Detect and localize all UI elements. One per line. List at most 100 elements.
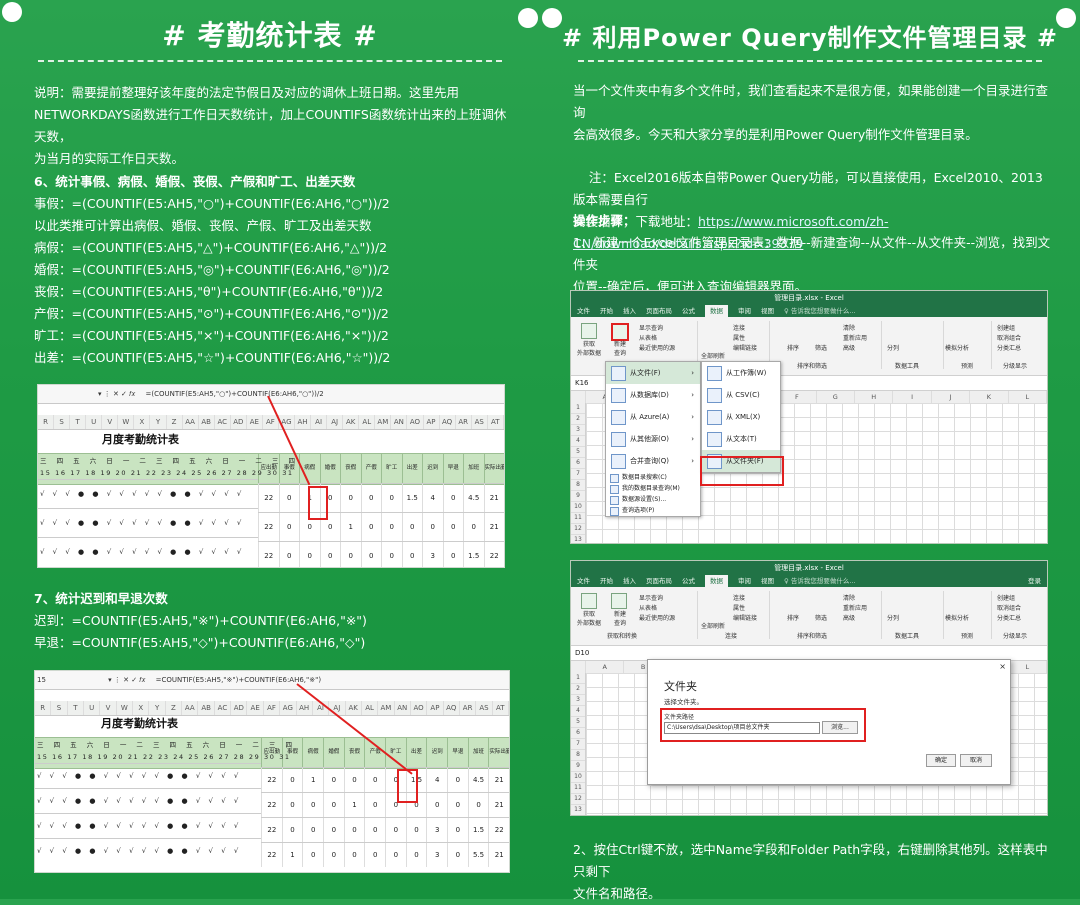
stat-value: 0 xyxy=(364,768,385,792)
file-type-icon xyxy=(707,366,722,381)
data-tools-group: 分列 数据工具 xyxy=(883,321,944,370)
row-number: 9 xyxy=(571,491,585,502)
stat-value: 0 xyxy=(381,513,402,541)
menu-item[interactable]: 从 Azure(A) › xyxy=(606,406,700,428)
stats-area: 应出勤事假病假婚假丧假产假旷工出差迟到早退加班实际出勤220100001.540… xyxy=(261,737,509,867)
menu-item[interactable]: 查询选项(P) xyxy=(606,505,700,516)
menu-item[interactable]: 数据目录搜索(C) xyxy=(606,472,700,483)
menu-item-label: 从文件(F) xyxy=(630,369,661,377)
menu-item[interactable]: 我的数据目录查询(M) xyxy=(606,483,700,494)
dialog-title: 文件夹 xyxy=(664,680,697,693)
column-letter: AO xyxy=(411,701,428,715)
row-number: 1 xyxy=(571,673,585,684)
stat-value: 21 xyxy=(483,484,505,512)
row-number: 7 xyxy=(571,469,585,480)
column-letter: U xyxy=(86,415,103,429)
stat-value: 0 xyxy=(442,542,464,567)
submenu-item-label: 从文本(T) xyxy=(726,435,757,443)
submenu-item-label: 从工作簿(W) xyxy=(726,369,767,377)
column-letter: AM xyxy=(378,701,395,715)
ribbon-tab[interactable]: 页面布局 xyxy=(646,575,672,587)
stat-header: 迟到 xyxy=(426,737,447,767)
column-letter: S xyxy=(51,701,68,715)
column-letter: W xyxy=(118,415,135,429)
cancel-button[interactable]: 取消 xyxy=(960,754,992,767)
left-panel: # 考勤统计表 # 说明：需要提前整理好该年度的法定节假日及对应的调休上班日期。… xyxy=(0,0,540,899)
column-letter: V xyxy=(102,415,119,429)
right-panel: # 利用Power Query制作文件管理目录 # 当一个文件夹中有多个文件时，… xyxy=(540,0,1080,901)
tell-me[interactable]: ♀ 告诉我您想要做什么... xyxy=(784,575,856,587)
get-external-data-icon[interactable] xyxy=(581,593,597,609)
column-letter: AF xyxy=(264,701,281,715)
close-icon[interactable]: × xyxy=(999,662,1006,671)
stat-value: 3 xyxy=(422,542,443,567)
column-letter: AQ xyxy=(444,701,460,715)
column-letter: U xyxy=(84,701,101,715)
formula-line: 迟到：=COUNTIF(E5:AH5,"※")+COUNTIF(E6:AH6,"… xyxy=(34,613,367,628)
stat-header: 加班 xyxy=(463,453,484,483)
ribbon-tab[interactable]: 视图 xyxy=(761,575,774,587)
excel-screenshot-2: 管理目录.xlsx - Excel 文件 开始 插入 页面布局 公式 数据 审阅 视图 ♀ 告诉… xyxy=(570,560,1048,816)
stat-value: 0 xyxy=(323,818,344,842)
column-letter: AA xyxy=(183,415,199,429)
column-letter: S xyxy=(54,415,71,429)
ribbon-tab[interactable]: 文件 xyxy=(577,305,590,317)
row-number: 11 xyxy=(571,783,585,794)
column-letter: AJ xyxy=(327,415,344,429)
ribbon-tab[interactable]: 页面布局 xyxy=(646,305,672,317)
submenu-item[interactable]: 从工作簿(W) xyxy=(702,362,780,384)
column-letter: AT xyxy=(488,415,504,429)
menu-item[interactable]: 从文件(F) › xyxy=(606,362,700,384)
stat-value: 21 xyxy=(488,843,509,867)
menu-item[interactable]: 从数据库(D) › xyxy=(606,384,700,406)
file-type-icon xyxy=(707,388,722,403)
get-external-data-icon[interactable] xyxy=(581,323,597,339)
sort-filter-group: 排序 筛选 清除 重新应用 高级 排序和筛选 xyxy=(771,591,882,640)
ribbon-tab[interactable]: 数据 xyxy=(705,575,728,587)
row-headers: 1 2 3 4 5 6 7 8 9 10 11 12 13 xyxy=(571,403,586,543)
stat-value: 0 xyxy=(381,484,402,512)
stat-value: 4.5 xyxy=(463,484,484,512)
submenu-item[interactable]: 从 XML(X) xyxy=(702,406,780,428)
ribbon-tab[interactable]: 视图 xyxy=(761,305,774,317)
stat-value: 0 xyxy=(281,768,303,792)
ribbon-tab[interactable]: 文件 xyxy=(577,575,590,587)
ribbon-tab[interactable]: 数据 xyxy=(705,305,728,317)
ribbon-tab[interactable]: 插入 xyxy=(623,575,636,587)
ribbon-tab[interactable]: 开始 xyxy=(600,305,613,317)
column-letter: R xyxy=(38,415,55,429)
ribbon-tab[interactable]: 审阅 xyxy=(738,575,751,587)
row-number: 8 xyxy=(571,480,585,491)
login-link[interactable]: 登录 xyxy=(1028,575,1047,587)
get-transform-group: 获取 外部数据 新建 查询 显示查询 从表格 最近使用的源 获取和转换 xyxy=(573,591,698,640)
ribbon-tab[interactable]: 开始 xyxy=(600,575,613,587)
chevron-right-icon: › xyxy=(691,369,694,377)
ribbon-tab[interactable]: 公式 xyxy=(682,575,695,587)
stat-value: 0 xyxy=(281,818,303,842)
new-query-icon[interactable] xyxy=(611,593,627,609)
ribbon-tab[interactable]: 插入 xyxy=(623,305,636,317)
row-number: 2 xyxy=(571,414,585,425)
stat-value: 0 xyxy=(385,843,406,867)
stat-value: 0 xyxy=(401,513,423,541)
column-letter: AQ xyxy=(440,415,456,429)
stat-value: 1 xyxy=(281,843,303,867)
stat-header: 早退 xyxy=(442,453,464,483)
menu-item[interactable]: 从其他源(O) › xyxy=(606,428,700,450)
ribbon-tab[interactable]: 审阅 xyxy=(738,305,751,317)
stat-value: 0 xyxy=(360,542,382,567)
submenu-item[interactable]: 从 CSV(C) xyxy=(702,384,780,406)
stat-value: 0 xyxy=(364,818,385,842)
ribbon-tab[interactable]: 公式 xyxy=(682,305,695,317)
column-letter: X xyxy=(134,415,151,429)
row-number: 9 xyxy=(571,761,585,772)
ok-button[interactable]: 确定 xyxy=(926,754,956,767)
option-icon xyxy=(610,507,619,516)
menu-item[interactable]: 数据源设置(S)... xyxy=(606,494,700,505)
menu-item[interactable]: 合并查询(Q) › xyxy=(606,450,700,472)
formula-bar: 15 ▾ ⋮ ✕ ✓ 𝑓𝑥 =COUNTIF(E5:AH5,"※")+COUNT… xyxy=(35,671,509,690)
tell-me[interactable]: ♀ 告诉我您想要做什么... xyxy=(784,305,856,317)
from-folder-highlight xyxy=(700,456,784,486)
submenu-item[interactable]: 从文本(T) xyxy=(702,428,780,450)
step2-text: 2、按住Ctrl键不放，选中Name字段和Folder Path字段，右键删除其… xyxy=(573,842,1048,901)
